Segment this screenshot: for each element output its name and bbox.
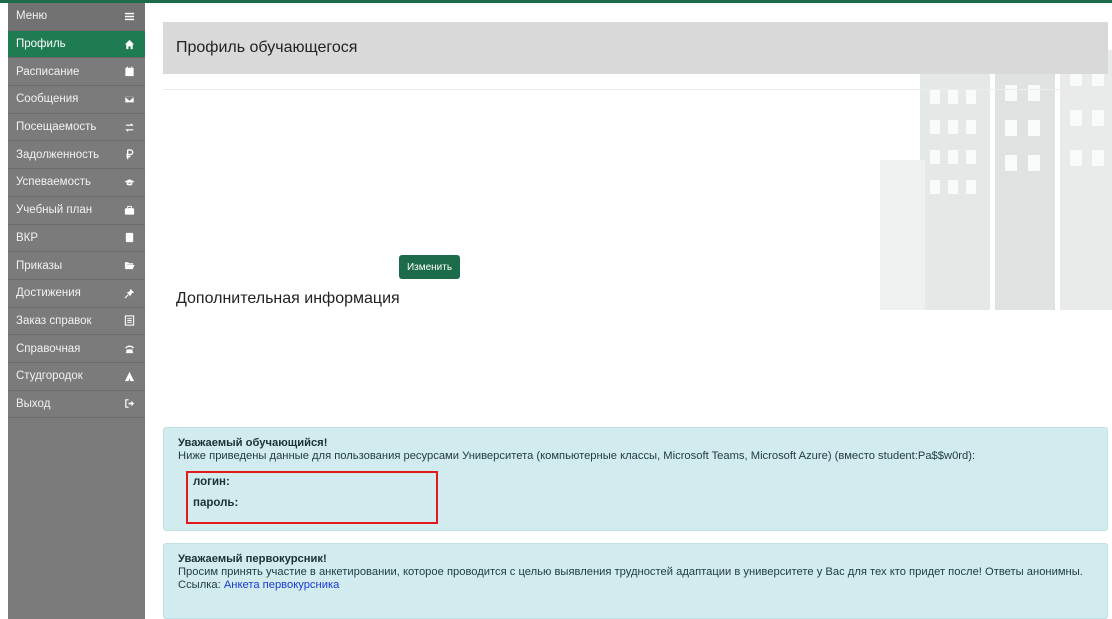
- sidebar-item-label: Заказ справок: [16, 314, 92, 327]
- sidebar-item-achievements[interactable]: Достижения: [8, 279, 145, 308]
- sidebar-item-debt[interactable]: Задолженность: [8, 141, 145, 170]
- pin-icon: [123, 287, 135, 299]
- sidebar-item-label: Приказы: [16, 259, 63, 272]
- sidebar-item-label: Учебный план: [16, 204, 93, 217]
- top-accent-line: [0, 0, 1112, 3]
- sidebar-item-label: Студгородок: [16, 370, 83, 383]
- sidebar-item-certificates[interactable]: Заказ справок: [8, 307, 145, 336]
- freshman-alert-heading: Уважаемый первокурсник!: [178, 553, 327, 565]
- sidebar-item-label: Успеваемость: [16, 176, 91, 189]
- briefcase-icon: [123, 204, 135, 216]
- sidebar-item-label: Расписание: [16, 65, 80, 78]
- freshman-alert-text: Просим принять участие в анкетировании, …: [178, 566, 1083, 578]
- sidebar-item-label: Посещаемость: [16, 121, 97, 134]
- sidebar-item-label: ВКР: [16, 231, 39, 244]
- calendar-icon: [123, 66, 135, 78]
- survey-link[interactable]: Анкета первокурсника: [224, 579, 339, 591]
- edit-profile-button[interactable]: Изменить: [399, 255, 460, 279]
- sidebar-item-label: Выход: [16, 397, 51, 410]
- home-icon: [123, 38, 135, 50]
- sidebar-item-attendance[interactable]: Посещаемость: [8, 113, 145, 142]
- sidebar-item-thesis[interactable]: ВКР: [8, 224, 145, 253]
- page-title: Профиль обучающегося: [176, 39, 358, 56]
- ruble-icon: [123, 149, 135, 161]
- extra-info-heading: Дополнительная информация: [176, 290, 400, 307]
- sidebar-item-curriculum[interactable]: Учебный план: [8, 196, 145, 225]
- sidebar-item-profile[interactable]: Профиль: [8, 30, 145, 59]
- logout-icon: [123, 398, 135, 410]
- tabs-divider: [163, 89, 1108, 90]
- arrows-icon: [123, 121, 135, 133]
- sidebar-item-help-desk[interactable]: Справочная: [8, 335, 145, 363]
- page-header: Профиль обучающегося: [163, 22, 1108, 74]
- sidebar-item-label: Справочная: [16, 342, 81, 355]
- sidebar-menu: Меню Профиль Расписание Сообщения Посеща…: [8, 3, 145, 619]
- sidebar-item-menu[interactable]: Меню: [8, 3, 145, 31]
- sidebar-item-performance[interactable]: Успеваемость: [8, 169, 145, 197]
- sidebar-item-campus[interactable]: Студгородок: [8, 362, 145, 391]
- phone-icon: [123, 343, 135, 355]
- sidebar-item-logout[interactable]: Выход: [8, 390, 145, 419]
- folder-open-icon: [123, 260, 135, 272]
- tent-icon: [123, 370, 135, 382]
- menu-icon: [123, 10, 135, 22]
- credentials-alert-heading: Уважаемый обучающийся!: [178, 437, 328, 449]
- credentials-alert-text: Ниже приведены данные для пользования ре…: [178, 450, 976, 462]
- sidebar-item-orders[interactable]: Приказы: [8, 252, 145, 280]
- survey-link-prefix: Ссылка:: [178, 579, 224, 591]
- sidebar-item-label: Достижения: [16, 287, 81, 300]
- sidebar-item-label: Сообщения: [16, 93, 79, 106]
- graduation-cap-icon: [123, 176, 135, 188]
- sidebar-item-label: Задолженность: [16, 148, 100, 161]
- sidebar-item-schedule[interactable]: Расписание: [8, 58, 145, 87]
- sidebar-item-label: Профиль: [16, 38, 66, 51]
- list-icon: [123, 315, 135, 327]
- sidebar-item-label: Меню: [16, 10, 48, 23]
- freshman-survey-alert: Уважаемый первокурсник! Просим принять у…: [163, 543, 1108, 619]
- sidebar-item-messages[interactable]: Сообщения: [8, 86, 145, 114]
- book-icon: [123, 232, 135, 244]
- envelope-icon: [123, 93, 135, 105]
- credentials-highlight-box: [186, 471, 438, 524]
